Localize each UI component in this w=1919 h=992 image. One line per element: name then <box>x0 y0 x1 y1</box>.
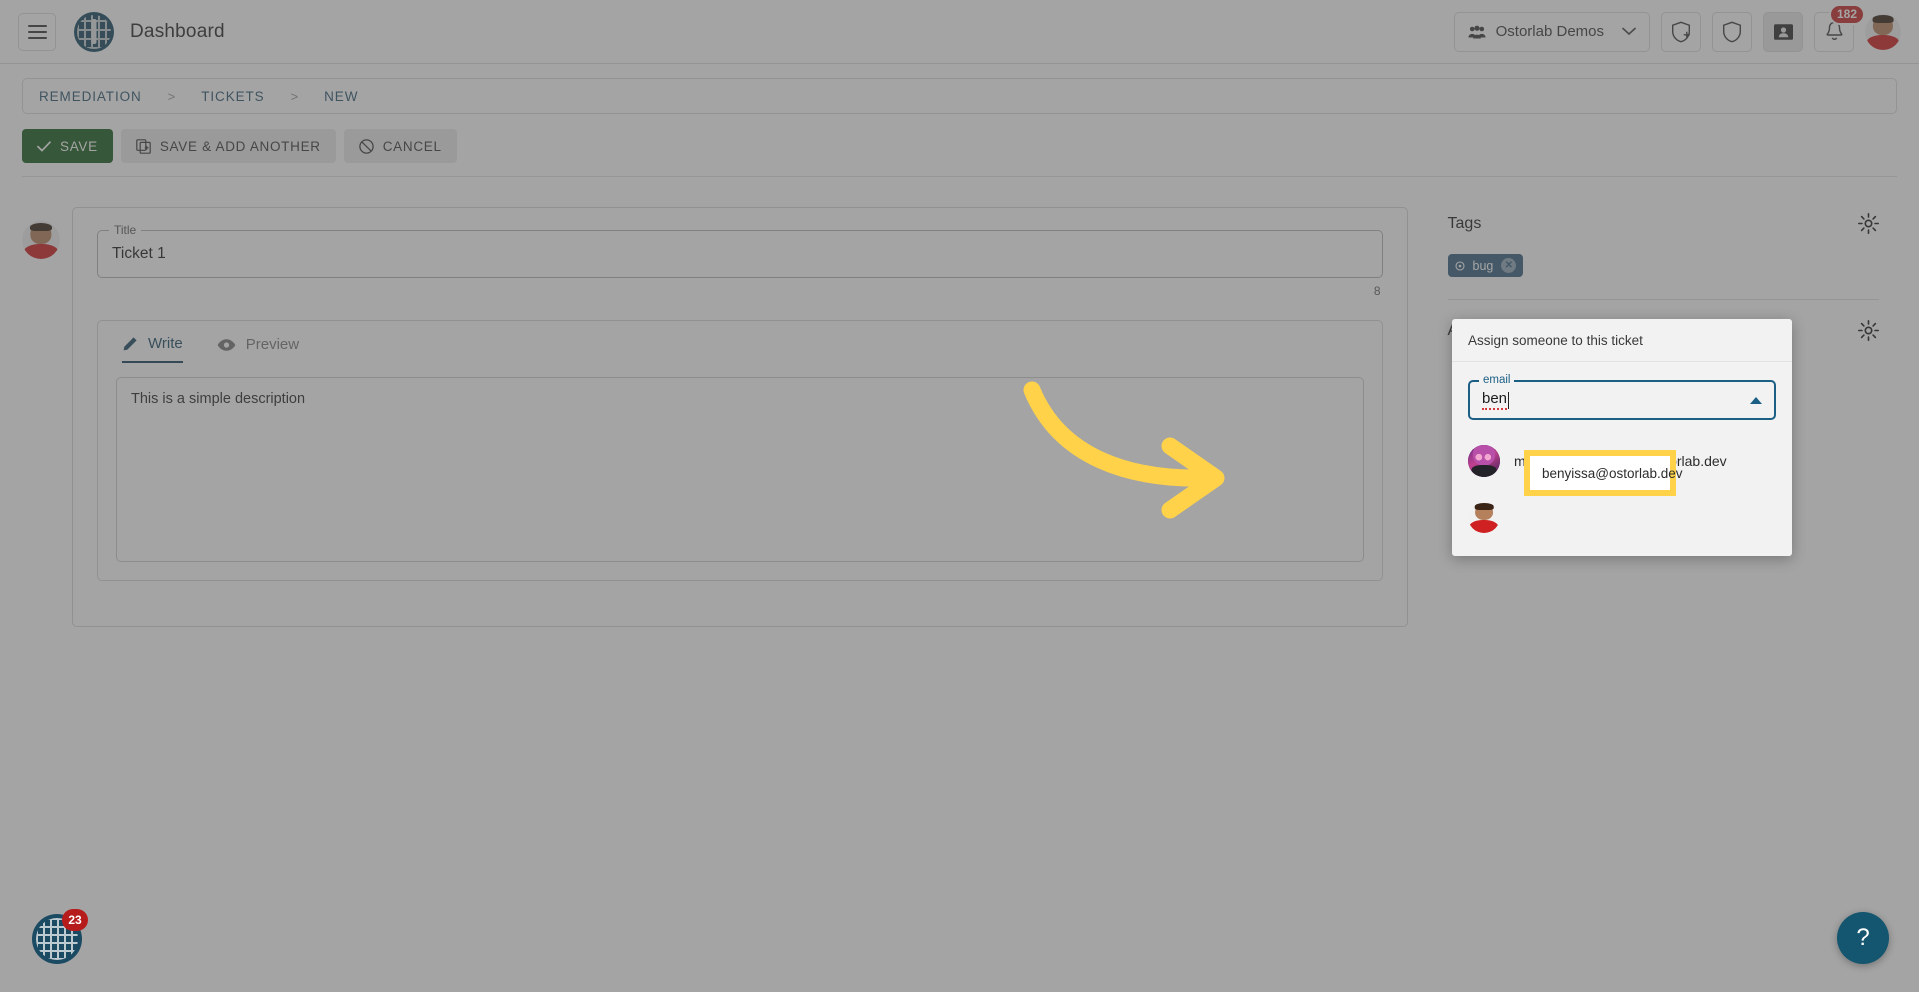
cancel-button-label: CANCEL <box>382 138 442 154</box>
action-toolbar: SAVE SAVE & ADD ANOTHER CANCEL <box>22 126 1897 166</box>
close-icon[interactable]: ✕ <box>1501 258 1517 273</box>
ticket-icon <box>1773 23 1793 40</box>
tab-write-label: Write <box>148 335 183 352</box>
ostorlab-fab-logo[interactable]: 23 <box>32 909 88 964</box>
block-icon <box>358 138 374 154</box>
save-and-add-another-label: SAVE & ADD ANOTHER <box>159 138 321 154</box>
cancel-button[interactable]: CANCEL <box>343 129 457 163</box>
eye-icon <box>217 338 236 351</box>
text-caret <box>1508 391 1510 409</box>
tag-icon <box>1454 260 1465 271</box>
tags-section-header: Tags <box>1448 207 1879 234</box>
tab-write[interactable]: Write <box>122 335 183 363</box>
ticket-author-avatar <box>22 221 60 259</box>
people-group-icon <box>1468 25 1486 38</box>
title-field[interactable]: Title Ticket 1 <box>97 223 1383 278</box>
assignee-popup-heading: Assign someone to this ticket <box>1452 319 1792 362</box>
ticket-icon[interactable] <box>1763 11 1803 52</box>
highlight-annotation: benyissa@ostorlab.dev <box>1524 450 1683 496</box>
email-input-value[interactable]: ben <box>1482 390 1508 410</box>
help-icon: ? <box>1856 924 1870 951</box>
org-switcher-label: Ostorlab Demos <box>1495 23 1604 40</box>
email-field-label: email <box>1479 374 1515 386</box>
app-header: Dashboard Ostorlab Demos 182 <box>0 0 1919 64</box>
tag-chip[interactable]: bug ✕ <box>1447 254 1524 277</box>
avatar[interactable] <box>1865 13 1901 50</box>
assignee-input-wrap: email ben <box>1452 362 1792 428</box>
title-input[interactable]: Ticket 1 <box>112 245 166 263</box>
tab-preview[interactable]: Preview <box>217 336 299 362</box>
check-icon <box>37 140 51 151</box>
breadcrumb-item-remediation[interactable]: REMEDIATION <box>39 89 142 104</box>
breadcrumb-separator: > <box>167 88 176 104</box>
shield-plus-icon <box>1672 21 1690 42</box>
tags-title: Tags <box>1447 214 1482 232</box>
scan-add-icon[interactable] <box>1661 11 1701 52</box>
tab-preview-label: Preview <box>245 336 300 353</box>
shield-icon <box>1723 21 1741 42</box>
breadcrumb-item-tickets[interactable]: TICKETS <box>201 89 264 104</box>
copy-add-icon <box>136 138 151 154</box>
editor-tabs: Write Preview <box>116 335 1364 363</box>
assignee-popup: Assign someone to this ticket email ben … <box>1452 319 1792 556</box>
gear-icon[interactable] <box>1858 320 1879 341</box>
save-button-label: SAVE <box>60 138 98 154</box>
email-field[interactable]: email ben <box>1468 374 1776 420</box>
description-editor: Write Preview This is a simple descripti… <box>97 320 1383 581</box>
description-textarea[interactable]: This is a simple description <box>116 377 1364 562</box>
tag-chip-label: bug <box>1472 258 1494 273</box>
notification-badge: 182 <box>1828 3 1865 25</box>
chevron-up-icon[interactable] <box>1750 396 1762 404</box>
option-avatar <box>1468 445 1500 477</box>
title-char-counter: 8 <box>1373 284 1381 298</box>
save-button[interactable]: SAVE <box>22 129 113 163</box>
org-switcher[interactable]: Ostorlab Demos <box>1453 11 1650 52</box>
header-actions: Ostorlab Demos 182 <box>1453 3 1901 52</box>
breadcrumb-item-new[interactable]: NEW <box>324 89 358 104</box>
sidebar-divider <box>1447 299 1879 300</box>
breadcrumb-separator: > <box>290 88 299 104</box>
pencil-icon <box>123 336 137 350</box>
toolbar-divider <box>22 176 1897 177</box>
help-button[interactable]: ? <box>1837 912 1889 964</box>
save-and-add-another-button[interactable]: SAVE & ADD ANOTHER <box>120 129 336 163</box>
app-page: Dashboard Ostorlab Demos 182 REMEDIATION… <box>0 0 1919 992</box>
gear-icon[interactable] <box>1858 213 1879 234</box>
ostorlab-logo-icon[interactable] <box>74 11 114 52</box>
notifications-icon[interactable]: 182 <box>1814 3 1865 52</box>
shield-icon[interactable] <box>1712 11 1752 52</box>
chevron-down-icon <box>1622 27 1636 36</box>
page-title: Dashboard <box>130 20 225 42</box>
option-avatar <box>1468 501 1500 533</box>
fab-badge-count: 23 <box>62 909 88 931</box>
breadcrumb: REMEDIATION > TICKETS > NEW <box>22 78 1897 114</box>
hamburger-icon[interactable] <box>18 12 56 51</box>
title-field-label: Title <box>109 223 142 237</box>
ticket-form-card: Title Ticket 1 8 Write Preview This is a… <box>72 207 1408 627</box>
highlighted-option-email[interactable]: benyissa@ostorlab.dev <box>1530 456 1683 490</box>
